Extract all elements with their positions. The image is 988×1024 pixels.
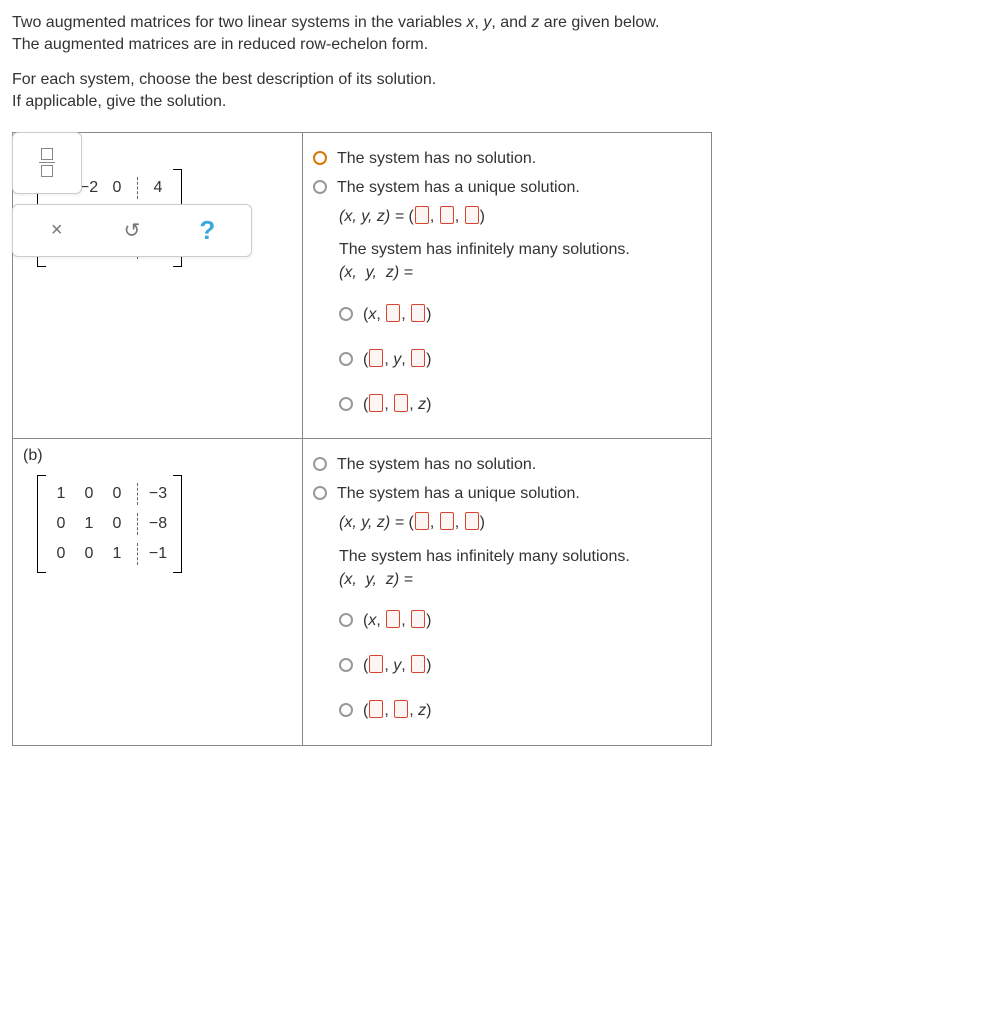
opt-b-unique-solution[interactable]: The system has a unique solution. — [313, 482, 701, 505]
input-box[interactable] — [440, 512, 454, 530]
radio-icon[interactable] — [339, 703, 353, 717]
radio-icon[interactable] — [313, 151, 327, 165]
opt-b-inf-x[interactable]: (x, , ) — [339, 609, 701, 632]
input-box[interactable] — [465, 512, 479, 530]
toolbar: × ↺ ? — [12, 132, 252, 257]
intro-line1a: Two augmented matrices for two linear sy… — [12, 14, 466, 31]
problem-intro: Two augmented matrices for two linear sy… — [12, 12, 976, 114]
intro-line1b: are given below. — [539, 14, 659, 31]
input-box[interactable] — [369, 700, 383, 718]
fraction-tool[interactable] — [12, 132, 82, 194]
radio-icon[interactable] — [339, 307, 353, 321]
input-box[interactable] — [411, 655, 425, 673]
radio-icon[interactable] — [339, 397, 353, 411]
input-box[interactable] — [394, 394, 408, 412]
intro-line4: If applicable, give the solution. — [12, 91, 976, 113]
radio-icon[interactable] — [339, 352, 353, 366]
close-button[interactable]: × — [37, 219, 77, 242]
opt-a-inf-x[interactable]: (x, , ) — [339, 303, 701, 326]
opt-a-no-solution[interactable]: The system has no solution. — [313, 147, 701, 170]
opt-a-infinite-heading: The system has infinitely many solutions… — [339, 238, 701, 261]
input-box[interactable] — [411, 304, 425, 322]
radio-icon[interactable] — [313, 180, 327, 194]
opt-a-inf-z[interactable]: (, , z) — [339, 393, 701, 416]
opt-b-inf-y[interactable]: (, y, ) — [339, 654, 701, 677]
opt-a-inf-y[interactable]: (, y, ) — [339, 348, 701, 371]
fraction-icon — [39, 148, 55, 177]
radio-icon[interactable] — [313, 457, 327, 471]
intro-line2: The augmented matrices are in reduced ro… — [12, 34, 976, 56]
opt-b-inf-z[interactable]: (, , z) — [339, 699, 701, 722]
intro-line3: For each system, choose the best descrip… — [12, 69, 976, 91]
radio-icon[interactable] — [339, 613, 353, 627]
input-box[interactable] — [411, 349, 425, 367]
opt-a-unique-solution[interactable]: The system has a unique solution. — [313, 176, 701, 199]
input-box[interactable] — [415, 206, 429, 224]
opt-b-no-solution[interactable]: The system has no solution. — [313, 453, 701, 476]
input-box[interactable] — [386, 304, 400, 322]
input-box[interactable] — [386, 610, 400, 628]
input-box[interactable] — [369, 655, 383, 673]
part-b: (b) 100−3 010−8 001−1 The system has no … — [13, 439, 711, 745]
input-box[interactable] — [465, 206, 479, 224]
input-box[interactable] — [415, 512, 429, 530]
radio-icon[interactable] — [313, 486, 327, 500]
input-box[interactable] — [369, 349, 383, 367]
matrix-b: 100−3 010−8 001−1 — [37, 475, 182, 573]
reset-button[interactable]: ↺ — [112, 218, 152, 243]
radio-icon[interactable] — [339, 658, 353, 672]
opt-b-infinite-heading: The system has infinitely many solutions… — [339, 545, 701, 568]
part-b-label: (b) — [23, 447, 292, 465]
action-tools: × ↺ ? — [12, 204, 252, 257]
help-button[interactable]: ? — [187, 215, 227, 246]
input-box[interactable] — [369, 394, 383, 412]
input-box[interactable] — [411, 610, 425, 628]
input-box[interactable] — [394, 700, 408, 718]
input-box[interactable] — [440, 206, 454, 224]
